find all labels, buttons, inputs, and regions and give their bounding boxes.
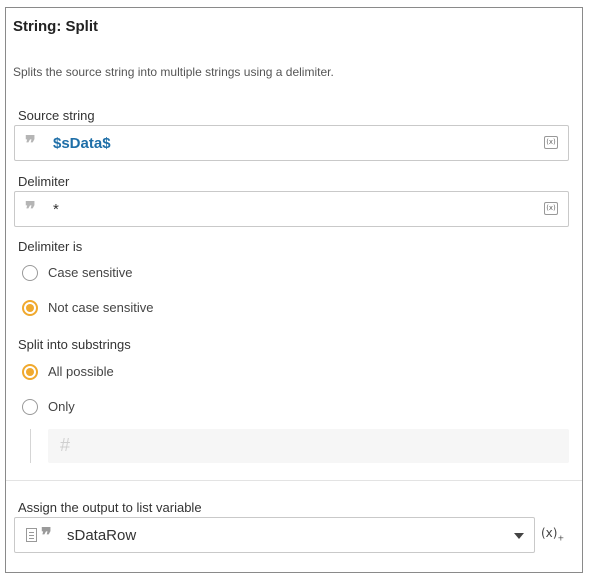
- add-variable-button[interactable]: (x)+: [541, 526, 564, 542]
- hash-icon: #: [60, 435, 71, 455]
- indent-bar: [30, 429, 31, 463]
- delimiter-input[interactable]: ❞ * (x): [14, 191, 569, 227]
- panel-title: String: Split: [13, 18, 98, 35]
- add-variable-plus: +: [557, 533, 565, 543]
- section-divider: [6, 480, 582, 481]
- radio-label: Case sensitive: [48, 265, 133, 280]
- quote-icon: ❞: [41, 523, 52, 547]
- chevron-down-icon[interactable]: [514, 533, 524, 539]
- panel-description: Splits the source string into multiple s…: [13, 65, 334, 79]
- radio-button-selected[interactable]: [22, 300, 38, 316]
- quote-icon: ❞: [25, 131, 36, 155]
- radio-label: Not case sensitive: [48, 300, 154, 315]
- quote-icon: ❞: [25, 197, 36, 221]
- delimiter-is-label: Delimiter is: [18, 239, 83, 254]
- radio-label: Only: [48, 399, 75, 414]
- radio-button[interactable]: [22, 399, 38, 415]
- radio-label: All possible: [48, 364, 114, 379]
- split-substrings-label: Split into substrings: [18, 337, 131, 352]
- radio-button-selected[interactable]: [22, 364, 38, 380]
- list-icon: [26, 528, 37, 542]
- output-variable-select[interactable]: ❞ sDataRow: [14, 517, 535, 553]
- radio-button[interactable]: [22, 265, 38, 281]
- substring-count-input: #: [48, 429, 569, 463]
- output-label: Assign the output to list variable: [18, 500, 202, 515]
- source-string-input[interactable]: ❞ $sData$ (x): [14, 125, 569, 161]
- source-string-label: Source string: [18, 108, 95, 123]
- split-action-panel: String: Split Splits the source string i…: [5, 7, 583, 573]
- output-variable-value: sDataRow: [67, 527, 137, 544]
- source-string-value: $sData$: [53, 135, 111, 152]
- add-variable-text: (x): [541, 526, 558, 540]
- variable-icon[interactable]: (x): [544, 136, 558, 149]
- delimiter-label: Delimiter: [18, 174, 70, 189]
- variable-icon[interactable]: (x): [544, 202, 558, 215]
- delimiter-value: *: [53, 201, 59, 218]
